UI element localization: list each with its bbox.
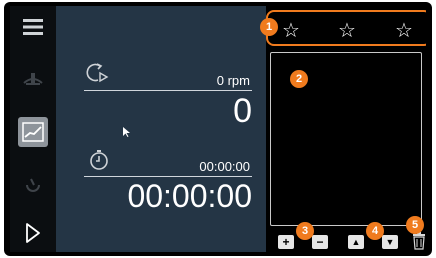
- stirrer-icon[interactable]: [18, 64, 48, 94]
- callout-badge-4: 4: [366, 222, 384, 240]
- speed-value: 0: [233, 92, 252, 130]
- speed-divider: [84, 90, 252, 91]
- timer-divider: [84, 176, 252, 177]
- trash-icon[interactable]: [412, 232, 426, 250]
- move-down-button[interactable]: ▼: [382, 235, 398, 249]
- speed-unit-label: 0 rpm: [216, 73, 250, 88]
- rotation-speed-icon: [86, 62, 110, 89]
- main-panel: 0 rpm 0 00:00:00 00:00:00: [56, 6, 266, 252]
- screen: 0 rpm 0 00:00:00 00:00:00 ☆ ☆ ☆ + − ▲ ▼ …: [10, 6, 426, 252]
- callout-badge-1: 1: [260, 18, 278, 36]
- favorite-star-icon[interactable]: ☆: [280, 20, 302, 42]
- chart-icon[interactable]: [18, 117, 48, 147]
- menu-icon[interactable]: [18, 12, 48, 42]
- stopwatch-icon: [88, 149, 110, 176]
- add-button[interactable]: +: [278, 235, 294, 249]
- timer-label: 00:00:00: [199, 159, 250, 174]
- move-up-button[interactable]: ▲: [348, 235, 364, 249]
- favorite-star-icon[interactable]: ☆: [336, 20, 358, 42]
- callout-badge-3: 3: [296, 222, 314, 240]
- mouse-cursor-icon: [123, 124, 131, 142]
- favorites-bar: ☆ ☆ ☆: [266, 10, 426, 46]
- callout-badge-2: 2: [290, 70, 308, 88]
- program-panel: ☆ ☆ ☆ + − ▲ ▼: [266, 6, 426, 252]
- temperature-icon[interactable]: [18, 170, 48, 200]
- callout-badge-5: 5: [406, 216, 424, 234]
- timer-value: 00:00:00: [127, 178, 252, 214]
- favorite-star-icon[interactable]: ☆: [393, 20, 415, 42]
- device-frame: 0 rpm 0 00:00:00 00:00:00 ☆ ☆ ☆ + − ▲ ▼ …: [4, 2, 432, 256]
- sidebar: [10, 6, 56, 252]
- remove-button[interactable]: −: [312, 235, 328, 249]
- play-icon[interactable]: [18, 218, 48, 248]
